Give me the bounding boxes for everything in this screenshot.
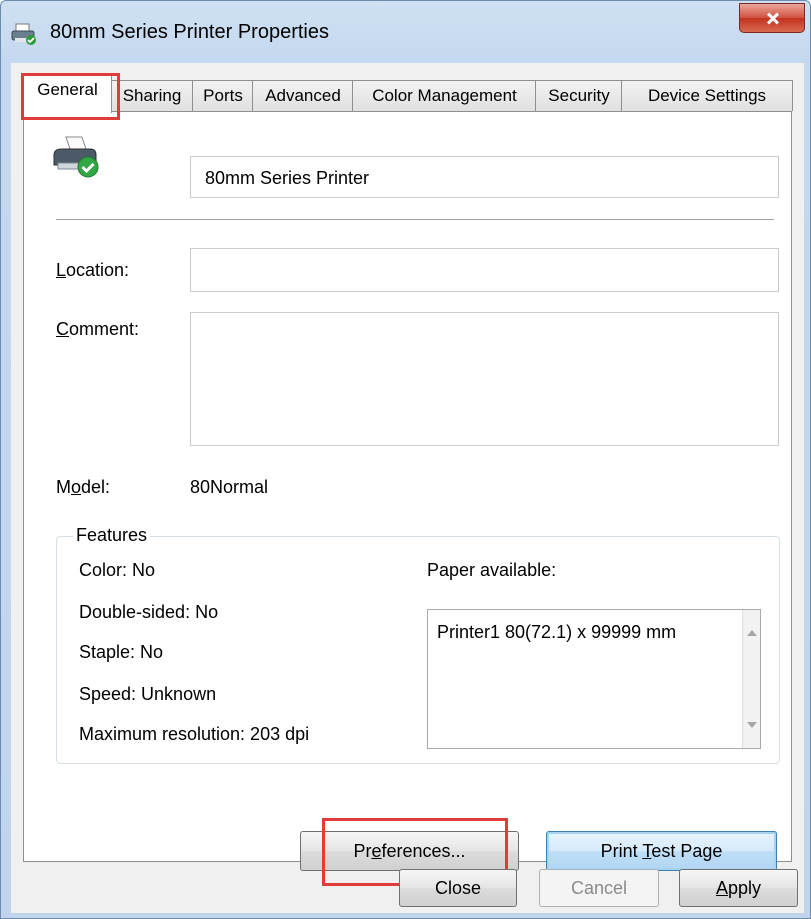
cancel-button[interactable]: Cancel [539,869,659,907]
tab-ports[interactable]: Ports [192,80,254,111]
paper-available-label: Paper available: [427,560,557,580]
list-item[interactable]: Printer1 80(72.1) x 99999 mm [437,622,676,643]
divider [56,219,774,220]
tab-security[interactable]: Security [535,80,623,111]
apply-button[interactable]: Apply [679,869,798,907]
tab-sharing[interactable]: Sharing [110,80,194,111]
scroll-down-arrow-icon[interactable] [747,722,757,728]
model-label: Model: [56,477,111,497]
window-close-button[interactable] [739,3,805,33]
properties-window: 80mm Series Printer Properties General S… [0,0,811,919]
printer-name-input[interactable]: 80mm Series Printer [190,156,779,198]
close-button[interactable]: Close [399,869,517,907]
title-bar[interactable]: 80mm Series Printer Properties [1,1,810,63]
dialog-client: General Sharing Ports Advanced Color Man… [11,63,804,913]
feature-color: Color: No [79,560,156,580]
printer-icon [11,23,36,45]
tab-device-settings[interactable]: Device Settings [621,80,793,111]
features-group-label: Features [73,525,151,546]
scroll-up-arrow-icon[interactable] [747,630,757,636]
window-title: 80mm Series Printer Properties [50,21,329,43]
feature-max-resolution: Maximum resolution: 203 dpi [79,724,310,744]
location-label: Location: [56,260,130,280]
feature-staple: Staple: No [79,642,164,662]
general-tab-panel: 80mm Series Printer Location: Comment: M… [23,111,792,886]
features-group: Features Color: No Double-sided: No Stap… [56,525,780,764]
model-value: 80Normal [190,477,269,497]
paper-available-list[interactable]: Printer1 80(72.1) x 99999 mm [427,609,761,749]
location-input[interactable] [190,248,779,292]
paper-list-scrollbar[interactable] [742,610,760,748]
general-tab-highlight-box [21,73,120,120]
tab-advanced[interactable]: Advanced [252,80,354,111]
print-test-page-button[interactable]: Print Test Page [546,831,777,871]
feature-double-sided: Double-sided: No [79,602,219,622]
tab-color-management[interactable]: Color Management [352,80,537,111]
comment-label: Comment: [56,319,140,339]
printer-large-icon [53,136,99,178]
feature-speed: Speed: Unknown [79,684,217,704]
comment-textarea[interactable] [190,312,779,446]
